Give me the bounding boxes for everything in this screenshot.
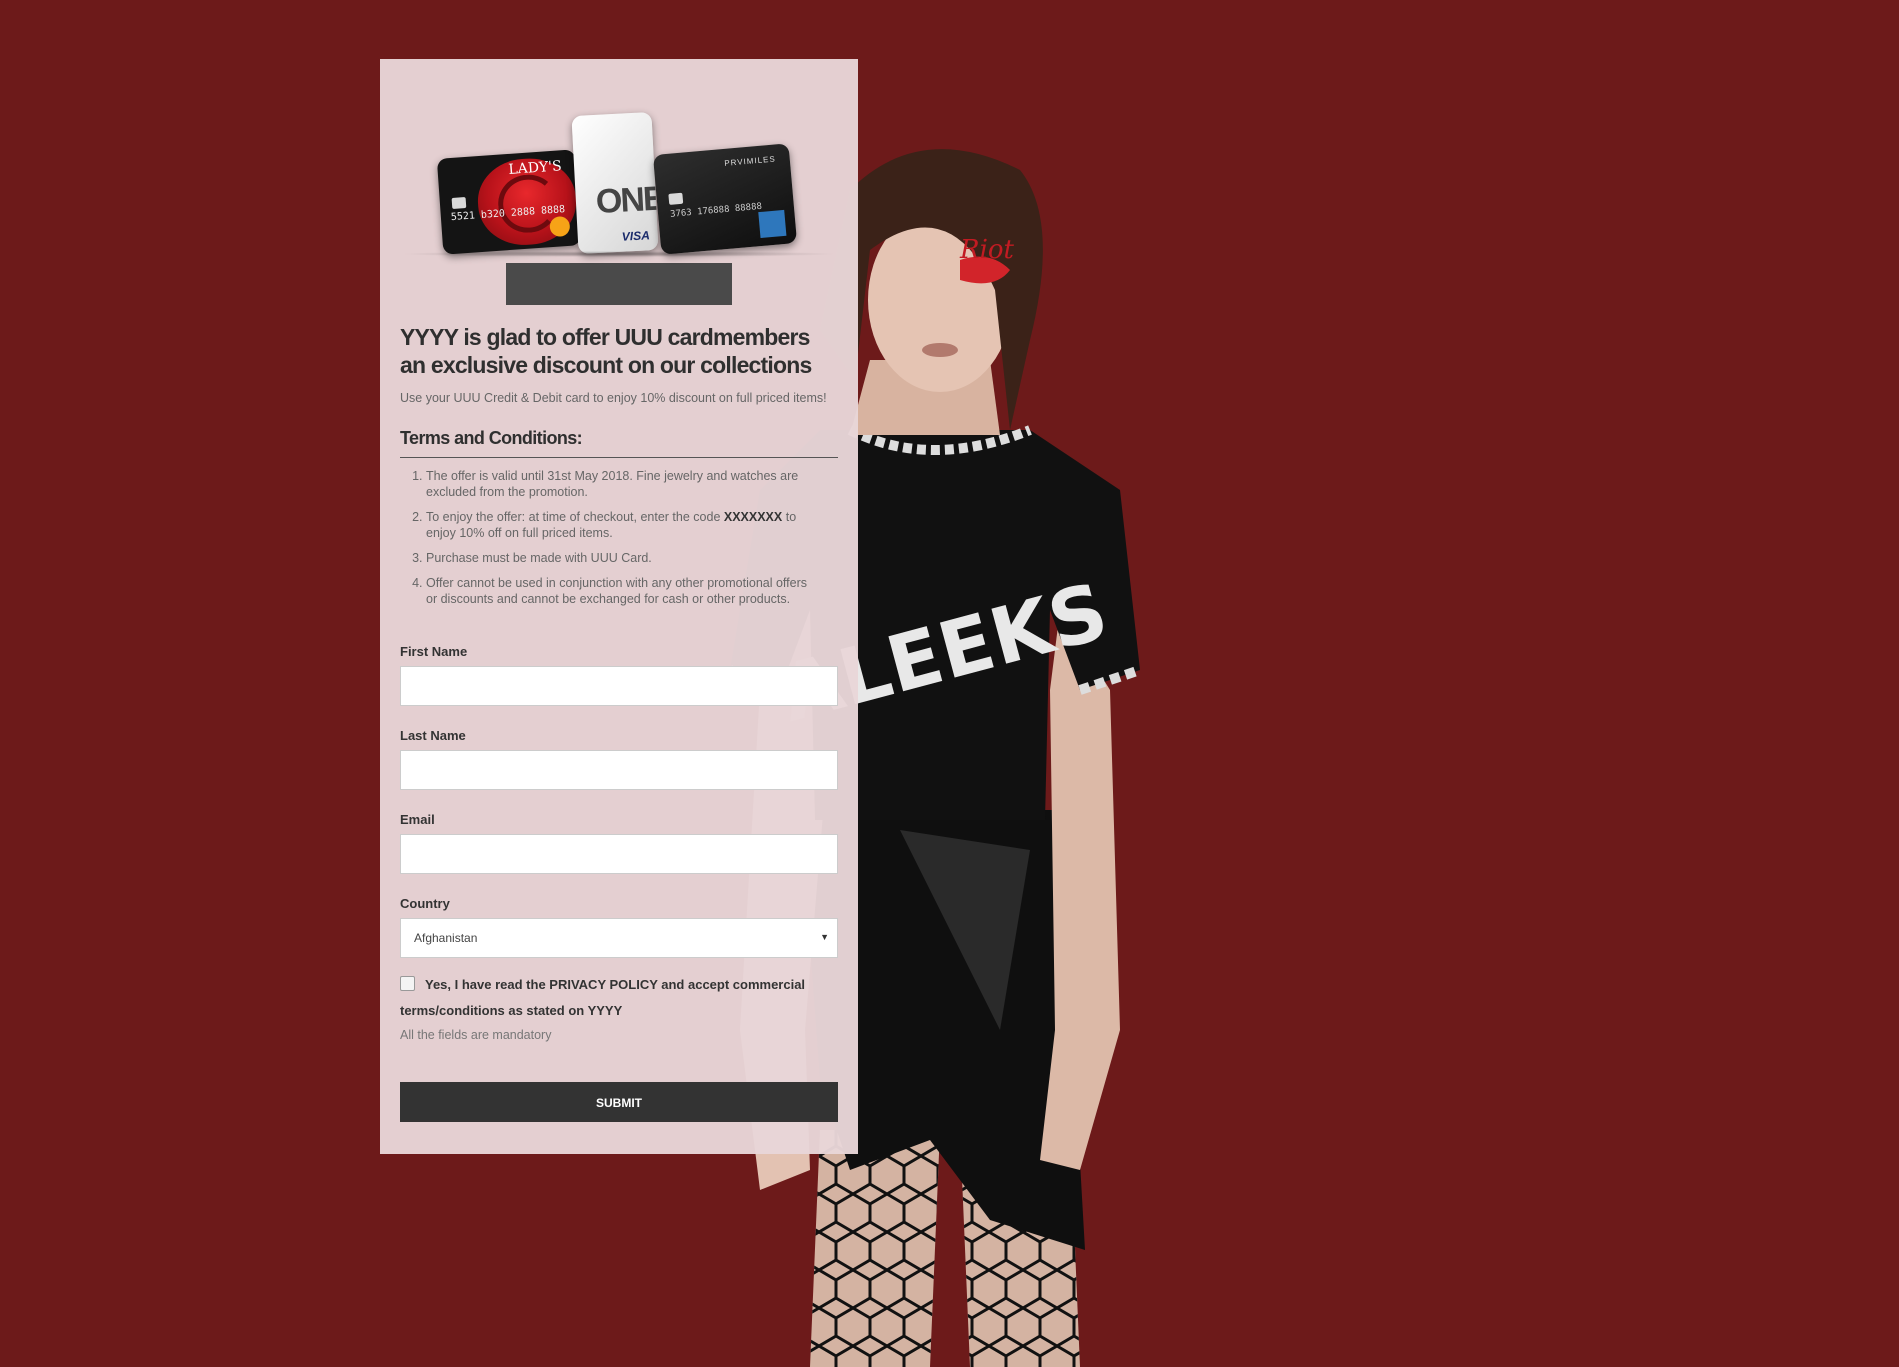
offer-panel: LADY'S 5521 b320 2888 8888 ONE VISA PRVI… bbox=[380, 59, 858, 1154]
terms-item: Offer cannot be used in conjunction with… bbox=[426, 575, 838, 607]
one-card-label: ONE bbox=[594, 179, 659, 221]
country-label: Country bbox=[400, 896, 450, 911]
last-name-label: Last Name bbox=[400, 728, 466, 743]
miles-card-brand: PRVIMILES bbox=[723, 154, 777, 168]
terms-title: Terms and Conditions: bbox=[400, 428, 838, 458]
consent-text: Yes, I have read the PRIVACY POLICY and … bbox=[400, 977, 806, 1018]
consent-row: Yes, I have read the PRIVACY POLICY and … bbox=[400, 972, 838, 1024]
first-name-input[interactable] bbox=[400, 666, 838, 706]
mastercard-logo-icon bbox=[549, 215, 571, 238]
mandatory-note: All the fields are mandatory bbox=[400, 1028, 552, 1042]
miles-card-image: PRVIMILES 3763 176888 88888 bbox=[652, 143, 798, 255]
terms-item: To enjoy the offer: at time of checkout,… bbox=[426, 509, 838, 541]
country-selected-value: Afghanistan bbox=[414, 931, 478, 945]
email-input[interactable] bbox=[400, 834, 838, 874]
email-label: Email bbox=[400, 812, 435, 827]
visa-label: VISA bbox=[621, 228, 651, 244]
miles-card-number: 3763 176888 88888 bbox=[669, 201, 763, 220]
signup-form: First Name Last Name Email Country Afgha… bbox=[400, 644, 838, 1122]
ladys-card-image: LADY'S 5521 b320 2888 8888 bbox=[436, 149, 582, 255]
brand-logo-placeholder bbox=[506, 263, 732, 305]
one-card-image: ONE VISA bbox=[571, 112, 659, 254]
last-name-input[interactable] bbox=[400, 750, 838, 790]
chevron-down-icon: ▼ bbox=[820, 932, 829, 942]
terms-item: Purchase must be made with UUU Card. bbox=[426, 550, 838, 566]
headline: YYYY is glad to offer UUU cardmembers an… bbox=[400, 324, 812, 378]
promo-code: XXXXXXX bbox=[723, 510, 783, 524]
card-showcase: LADY'S 5521 b320 2888 8888 ONE VISA PRVI… bbox=[380, 79, 858, 259]
terms-item: The offer is valid until 31st May 2018. … bbox=[426, 468, 838, 500]
intro-text: Use your UUU Credit & Debit card to enjo… bbox=[400, 391, 827, 405]
consent-checkbox[interactable] bbox=[400, 976, 415, 992]
terms-list: The offer is valid until 31st May 2018. … bbox=[400, 468, 838, 607]
terms-item-text: To enjoy the offer: at time of checkout,… bbox=[426, 510, 724, 524]
first-name-label: First Name bbox=[400, 644, 468, 659]
model-face-text: Riot bbox=[959, 235, 1015, 265]
country-select[interactable]: Afghanistan ▼ bbox=[400, 918, 838, 958]
submit-button[interactable]: SUBMIT bbox=[400, 1082, 838, 1122]
amex-logo-icon bbox=[758, 209, 787, 239]
